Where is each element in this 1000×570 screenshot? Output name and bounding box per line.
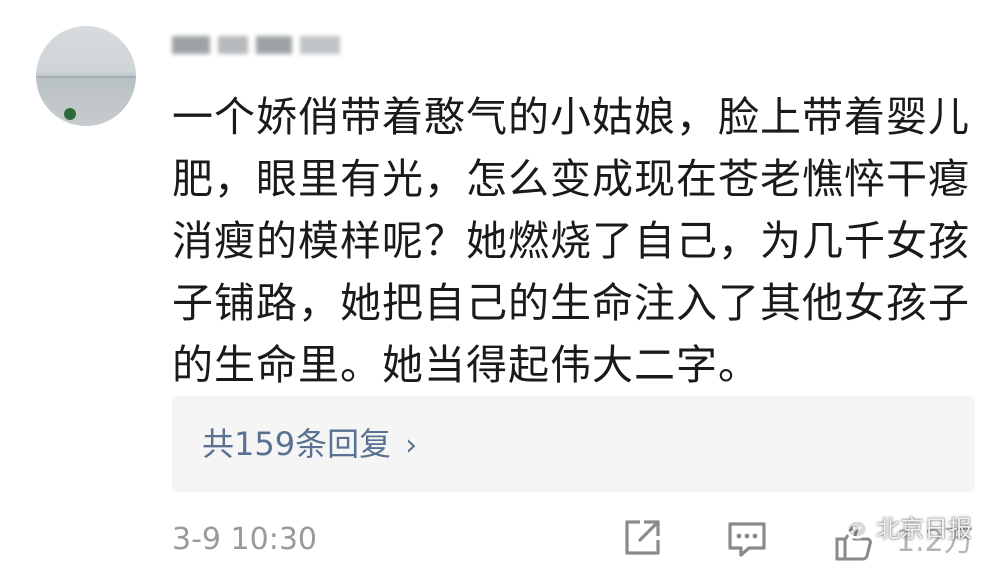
view-replies-label: 共159条回复 — [202, 425, 392, 463]
avatar-figure — [64, 108, 76, 120]
comment-icon[interactable] — [725, 516, 769, 560]
comment-card: 一个娇俏带着憨气的小姑娘，脸上带着婴儿 肥，眼里有光，怎么变成现在苍老憔悴干瘪 … — [0, 0, 1000, 570]
thumbs-up-icon[interactable] — [832, 520, 876, 564]
avatar[interactable] — [36, 26, 136, 126]
username-blur-block — [256, 36, 292, 54]
username-blurred[interactable] — [172, 30, 362, 60]
view-replies-link[interactable]: 共159条回复 › — [202, 424, 417, 466]
username-blur-block — [172, 36, 210, 54]
like-count: 1.2万 — [896, 524, 974, 559]
chevron-right-icon: › — [405, 428, 418, 463]
comment-timestamp: 3-9 10:30 — [172, 522, 317, 557]
username-blur-block — [218, 36, 248, 54]
reply-summary-box: 共159条回复 › — [172, 396, 975, 492]
avatar-horizon — [36, 76, 136, 78]
username-blur-block — [300, 36, 340, 54]
comment-text: 一个娇俏带着憨气的小姑娘，脸上带着婴儿 肥，眼里有光，怎么变成现在苍老憔悴干瘪 … — [172, 93, 970, 389]
share-icon[interactable] — [620, 516, 664, 560]
